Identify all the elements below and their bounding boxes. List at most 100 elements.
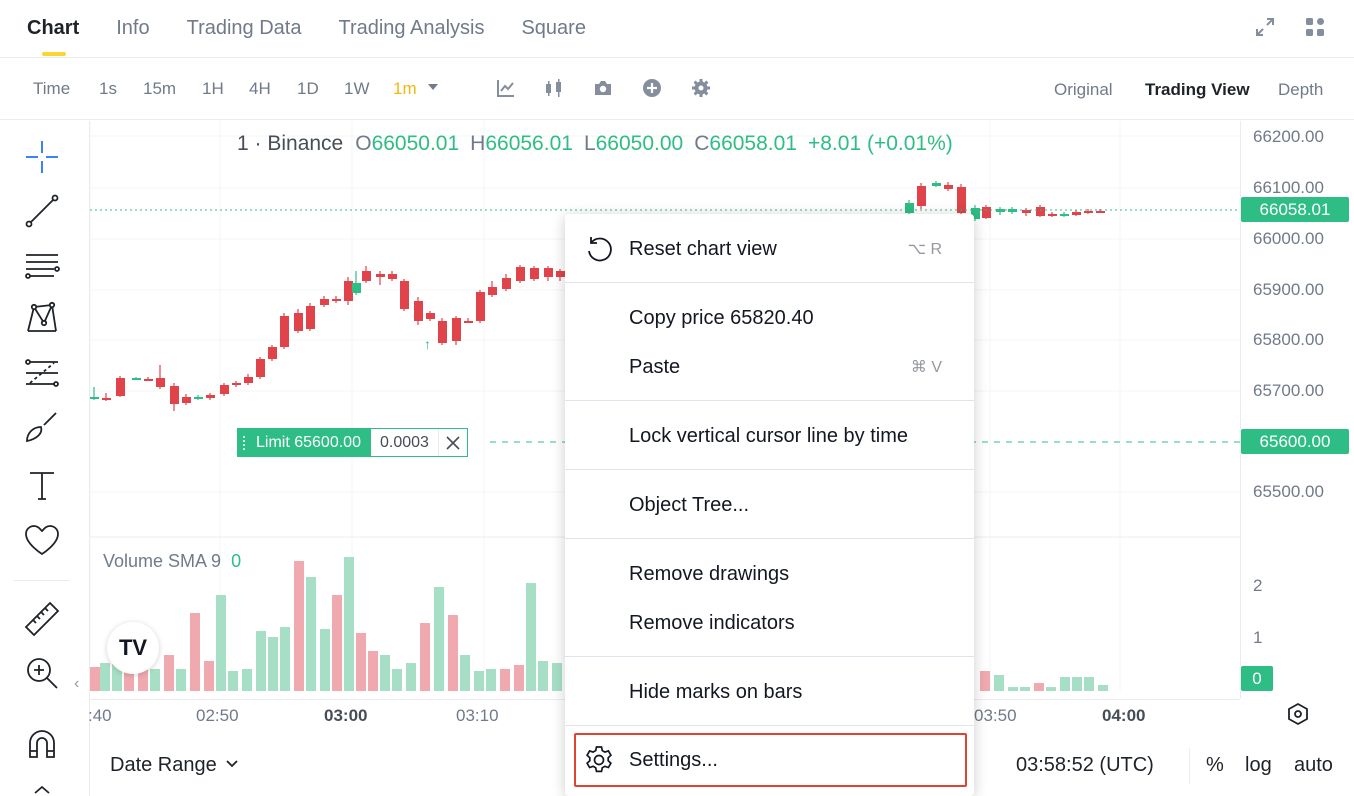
settings-hex-icon[interactable]: [1286, 702, 1310, 726]
pattern-icon[interactable]: [22, 299, 62, 339]
volume-bar: [256, 631, 266, 691]
volume-bar: [280, 627, 290, 691]
candle: [452, 318, 461, 341]
utc-clock[interactable]: 03:58:52 (UTC): [1016, 754, 1154, 777]
menu-item-lock-cursor[interactable]: Lock vertical cursor line by time: [565, 414, 974, 458]
candle: [294, 313, 303, 331]
interval-1s[interactable]: 1s: [99, 79, 117, 99]
camera-icon[interactable]: [593, 78, 613, 98]
date-range-button[interactable]: Date Range: [110, 754, 239, 777]
tab-square[interactable]: Square: [521, 0, 586, 58]
ruler-icon[interactable]: [22, 599, 62, 639]
volume-bar: [228, 671, 238, 691]
interval-1h[interactable]: 1H: [202, 79, 224, 99]
close-icon[interactable]: [439, 429, 467, 456]
tab-trading-analysis[interactable]: Trading Analysis: [338, 0, 484, 58]
view-trading-view[interactable]: Trading View: [1145, 80, 1250, 100]
menu-item-hide-marks[interactable]: Hide marks on bars: [565, 670, 974, 714]
drawing-toolbar: [0, 121, 90, 796]
chevron-left-icon[interactable]: ‹: [74, 675, 79, 693]
zoom-in-icon[interactable]: [22, 653, 62, 693]
price-label: 66100.00: [1253, 178, 1324, 197]
view-original[interactable]: Original: [1054, 80, 1113, 100]
interval-4h[interactable]: 4H: [249, 79, 271, 99]
volume-bar: [356, 633, 366, 691]
candle: [182, 397, 191, 403]
context-menu: Reset chart view ⌥ R Copy price 65820.40…: [565, 214, 974, 796]
buy-mark-icon: ↑: [424, 336, 431, 352]
price-label: 65500.00: [1253, 482, 1324, 501]
volume-bar: [460, 655, 470, 691]
menu-item-object-tree[interactable]: Object Tree...: [565, 483, 974, 527]
volume-bar: [320, 629, 330, 691]
menu-item-remove-indicators[interactable]: Remove indicators: [565, 601, 974, 645]
volume-bar: [1098, 685, 1108, 691]
gear-icon[interactable]: [691, 78, 711, 98]
tab-trading-data[interactable]: Trading Data: [187, 0, 302, 58]
reset-icon: [588, 237, 612, 262]
expand-icon[interactable]: [1254, 16, 1276, 38]
add-icon[interactable]: [642, 78, 662, 98]
volume-bar: [306, 577, 316, 691]
layout-grid-icon[interactable]: [1304, 16, 1326, 38]
candle-type-icon[interactable]: [544, 78, 564, 98]
brush-icon[interactable]: [22, 407, 62, 447]
interval-selected[interactable]: 1m: [393, 79, 439, 99]
candle: [414, 301, 423, 321]
magnet-icon[interactable]: [22, 727, 62, 767]
top-tab-bar: Chart Info Trading Data Trading Analysis…: [0, 0, 1354, 58]
price-axis[interactable]: 66200.00 66100.00 66000.00 65900.00 6580…: [1240, 121, 1354, 699]
volume-bar: [368, 651, 378, 691]
candle: [352, 283, 361, 293]
text-tool-icon[interactable]: [22, 465, 62, 505]
limit-order-label[interactable]: Limit 65600.00 0.0003: [237, 428, 468, 457]
trend-line-icon[interactable]: [22, 191, 62, 231]
crosshair-icon[interactable]: [22, 137, 62, 177]
horizontal-lines-icon[interactable]: [22, 245, 62, 285]
tab-chart[interactable]: Chart: [27, 0, 79, 58]
percent-toggle[interactable]: %: [1206, 754, 1224, 777]
menu-item-remove-drawings[interactable]: Remove drawings: [565, 552, 974, 596]
candle: [438, 321, 447, 343]
tradingview-logo[interactable]: TV: [107, 622, 159, 674]
candle: [256, 359, 265, 377]
tab-info[interactable]: Info: [116, 0, 149, 58]
heart-icon[interactable]: [22, 521, 62, 561]
candle: [544, 268, 553, 277]
candle: [1096, 211, 1105, 213]
interval-1d[interactable]: 1D: [297, 79, 319, 99]
bottom-divider: [1189, 748, 1190, 784]
chevron-up-icon[interactable]: [22, 777, 62, 796]
app-root: Chart Info Trading Data Trading Analysis…: [0, 0, 1354, 796]
menu-item-copy-price[interactable]: Copy price 65820.40: [565, 296, 974, 340]
legend-close: 66058.01: [709, 132, 797, 155]
candle: [132, 378, 141, 380]
volume-bar: [332, 595, 342, 691]
menu-item-reset-chart-view[interactable]: Reset chart view ⌥ R: [565, 227, 974, 271]
menu-item-label: Reset chart view: [629, 237, 777, 260]
indicators-icon[interactable]: [496, 78, 516, 98]
fib-retracement-icon[interactable]: [22, 353, 62, 393]
interval-time[interactable]: Time: [33, 79, 70, 99]
limit-order-price[interactable]: Limit 65600.00: [238, 429, 371, 456]
candle: [116, 378, 125, 396]
auto-toggle[interactable]: auto: [1294, 754, 1333, 777]
menu-separator: [565, 282, 974, 283]
volume-last-tag: 0: [1241, 666, 1273, 691]
view-depth[interactable]: Depth: [1278, 80, 1323, 100]
legend-open-label: O: [355, 132, 372, 155]
interval-1w[interactable]: 1W: [344, 79, 370, 99]
log-toggle[interactable]: log: [1245, 754, 1272, 777]
candle: [332, 299, 341, 301]
candle: [932, 183, 941, 186]
last-price-tag: 66058.01: [1241, 197, 1349, 222]
interval-15m[interactable]: 15m: [143, 79, 176, 99]
menu-separator: [565, 725, 974, 726]
legend-symbol: 1 · Binance: [237, 132, 344, 155]
limit-order-qty[interactable]: 0.0003: [371, 429, 439, 456]
candle: [102, 398, 111, 400]
volume-bar: [538, 661, 548, 691]
volume-bar: [526, 583, 536, 691]
candle: [220, 385, 229, 394]
menu-item-paste[interactable]: Paste ⌘ V: [565, 345, 974, 389]
